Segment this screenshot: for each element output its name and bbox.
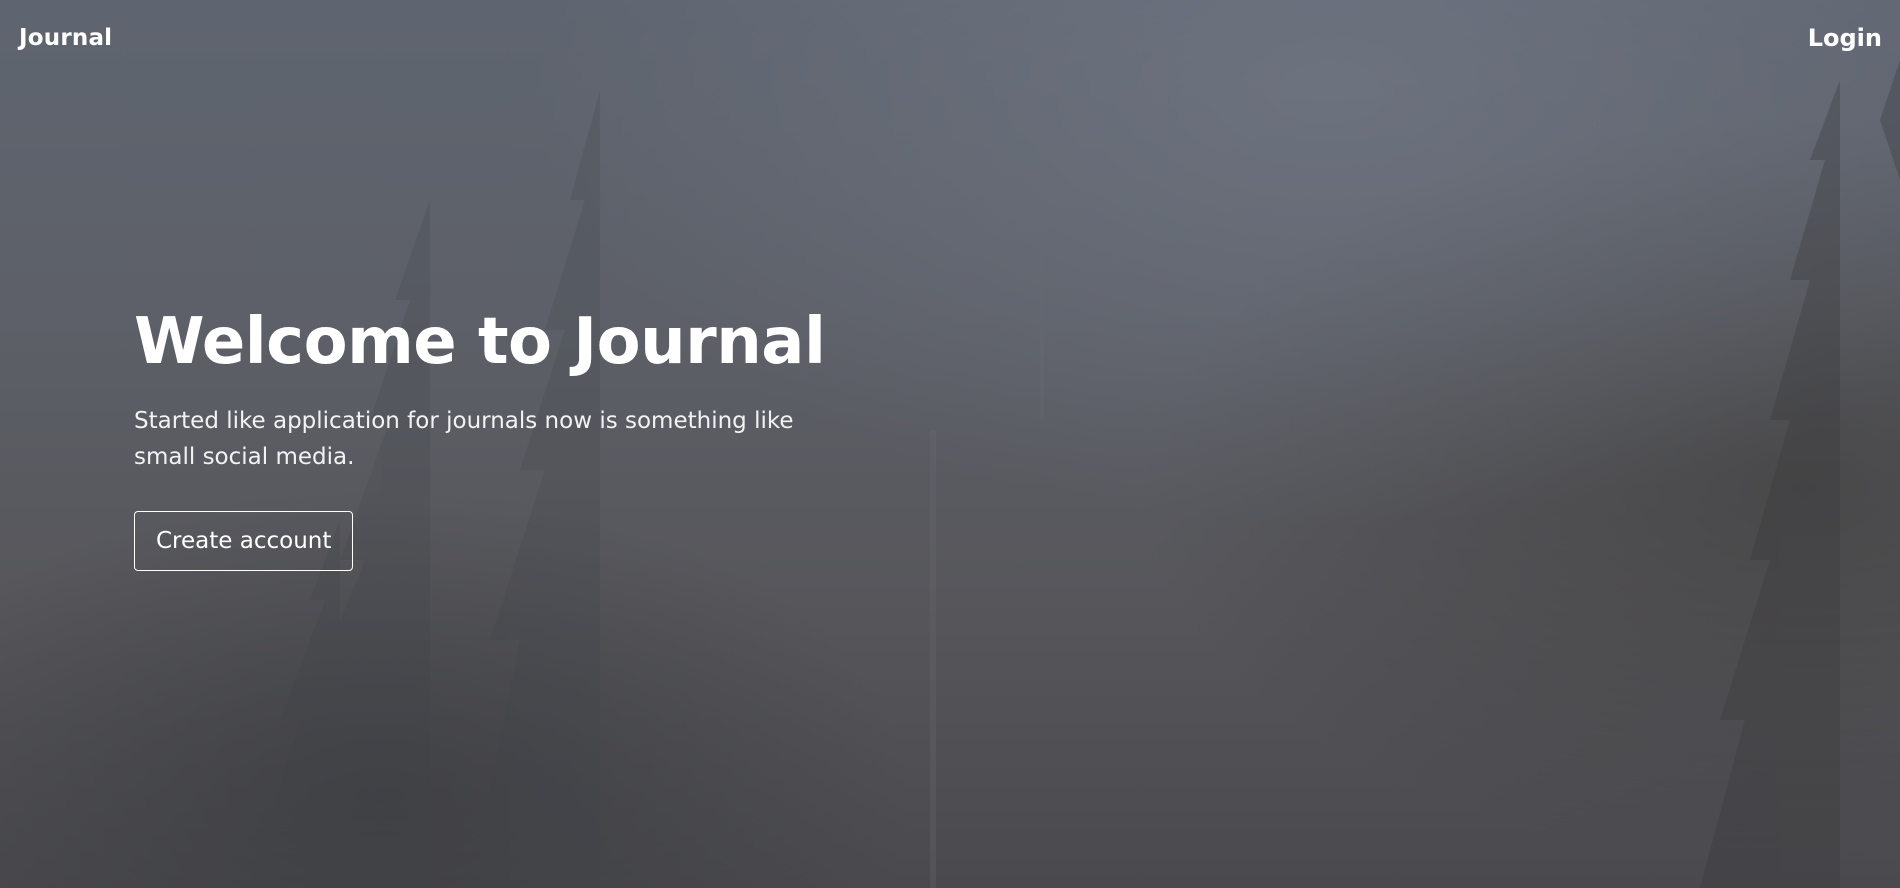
hero-subtitle: Started like application for journals no… xyxy=(134,408,794,470)
top-navbar: Journal Login xyxy=(0,0,1900,76)
hero-content: Welcome to Journal Started like applicat… xyxy=(134,302,854,571)
hero-title: Welcome to Journal xyxy=(134,305,826,379)
create-account-button[interactable]: Create account xyxy=(134,511,354,571)
hero-section: Journal Login Welcome to Journal Started… xyxy=(0,0,1900,888)
login-link[interactable]: Login xyxy=(1808,24,1882,52)
brand-logo-link[interactable]: Journal xyxy=(19,25,112,51)
